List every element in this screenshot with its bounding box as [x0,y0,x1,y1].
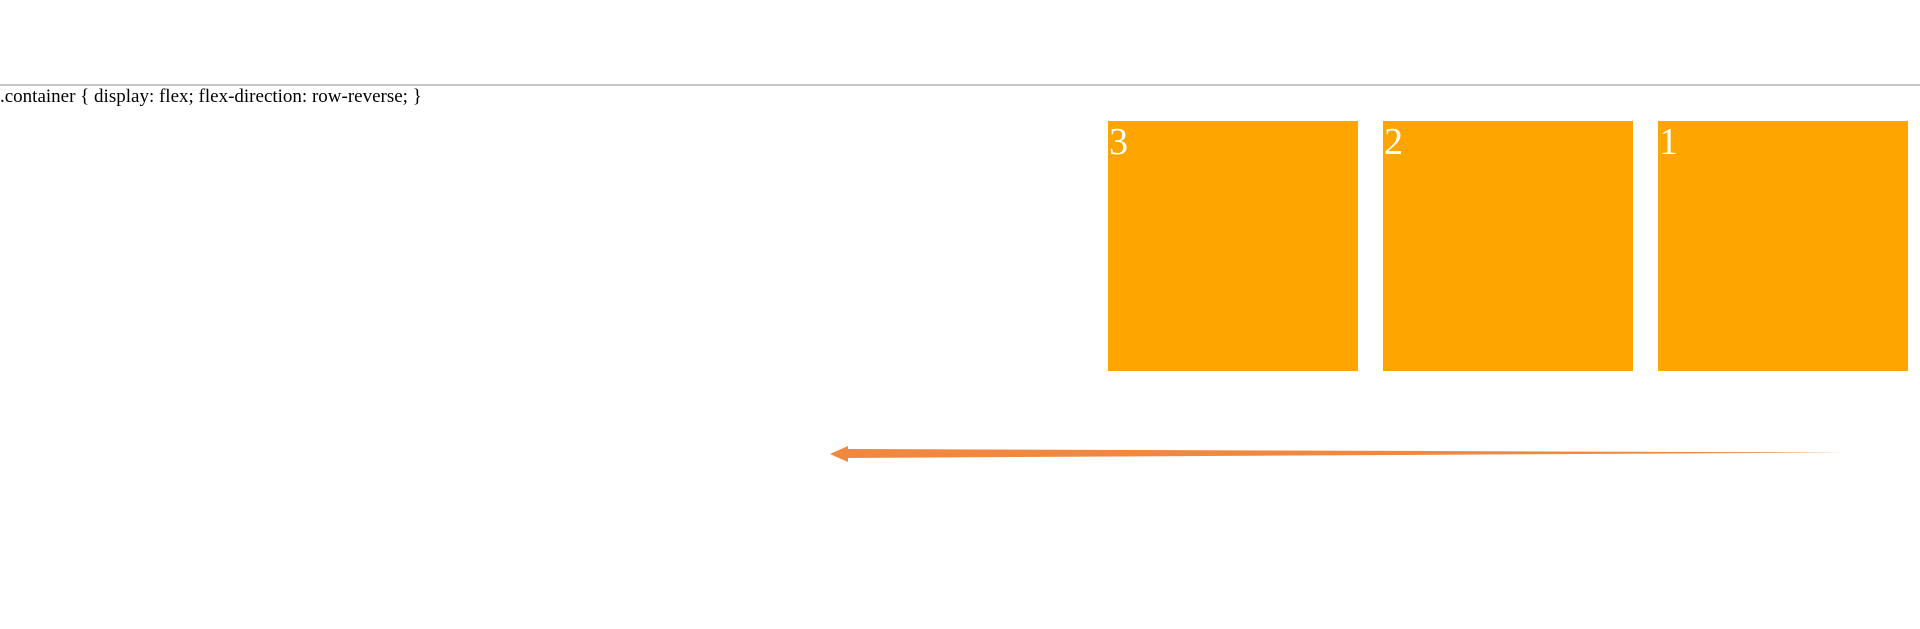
flex-item-label: 3 [1109,121,1128,163]
flex-item-1: 1 [1658,121,1908,371]
arrow-head [830,446,848,462]
css-rule-text: .container { display: flex; flex-directi… [0,86,422,107]
flex-container: 1 2 3 [0,121,1908,371]
flex-item-label: 1 [1659,121,1678,163]
flex-item-2: 2 [1383,121,1633,371]
arrow-shaft [845,449,1846,458]
flex-item-label: 2 [1384,121,1403,163]
flex-item-3: 3 [1108,121,1358,371]
